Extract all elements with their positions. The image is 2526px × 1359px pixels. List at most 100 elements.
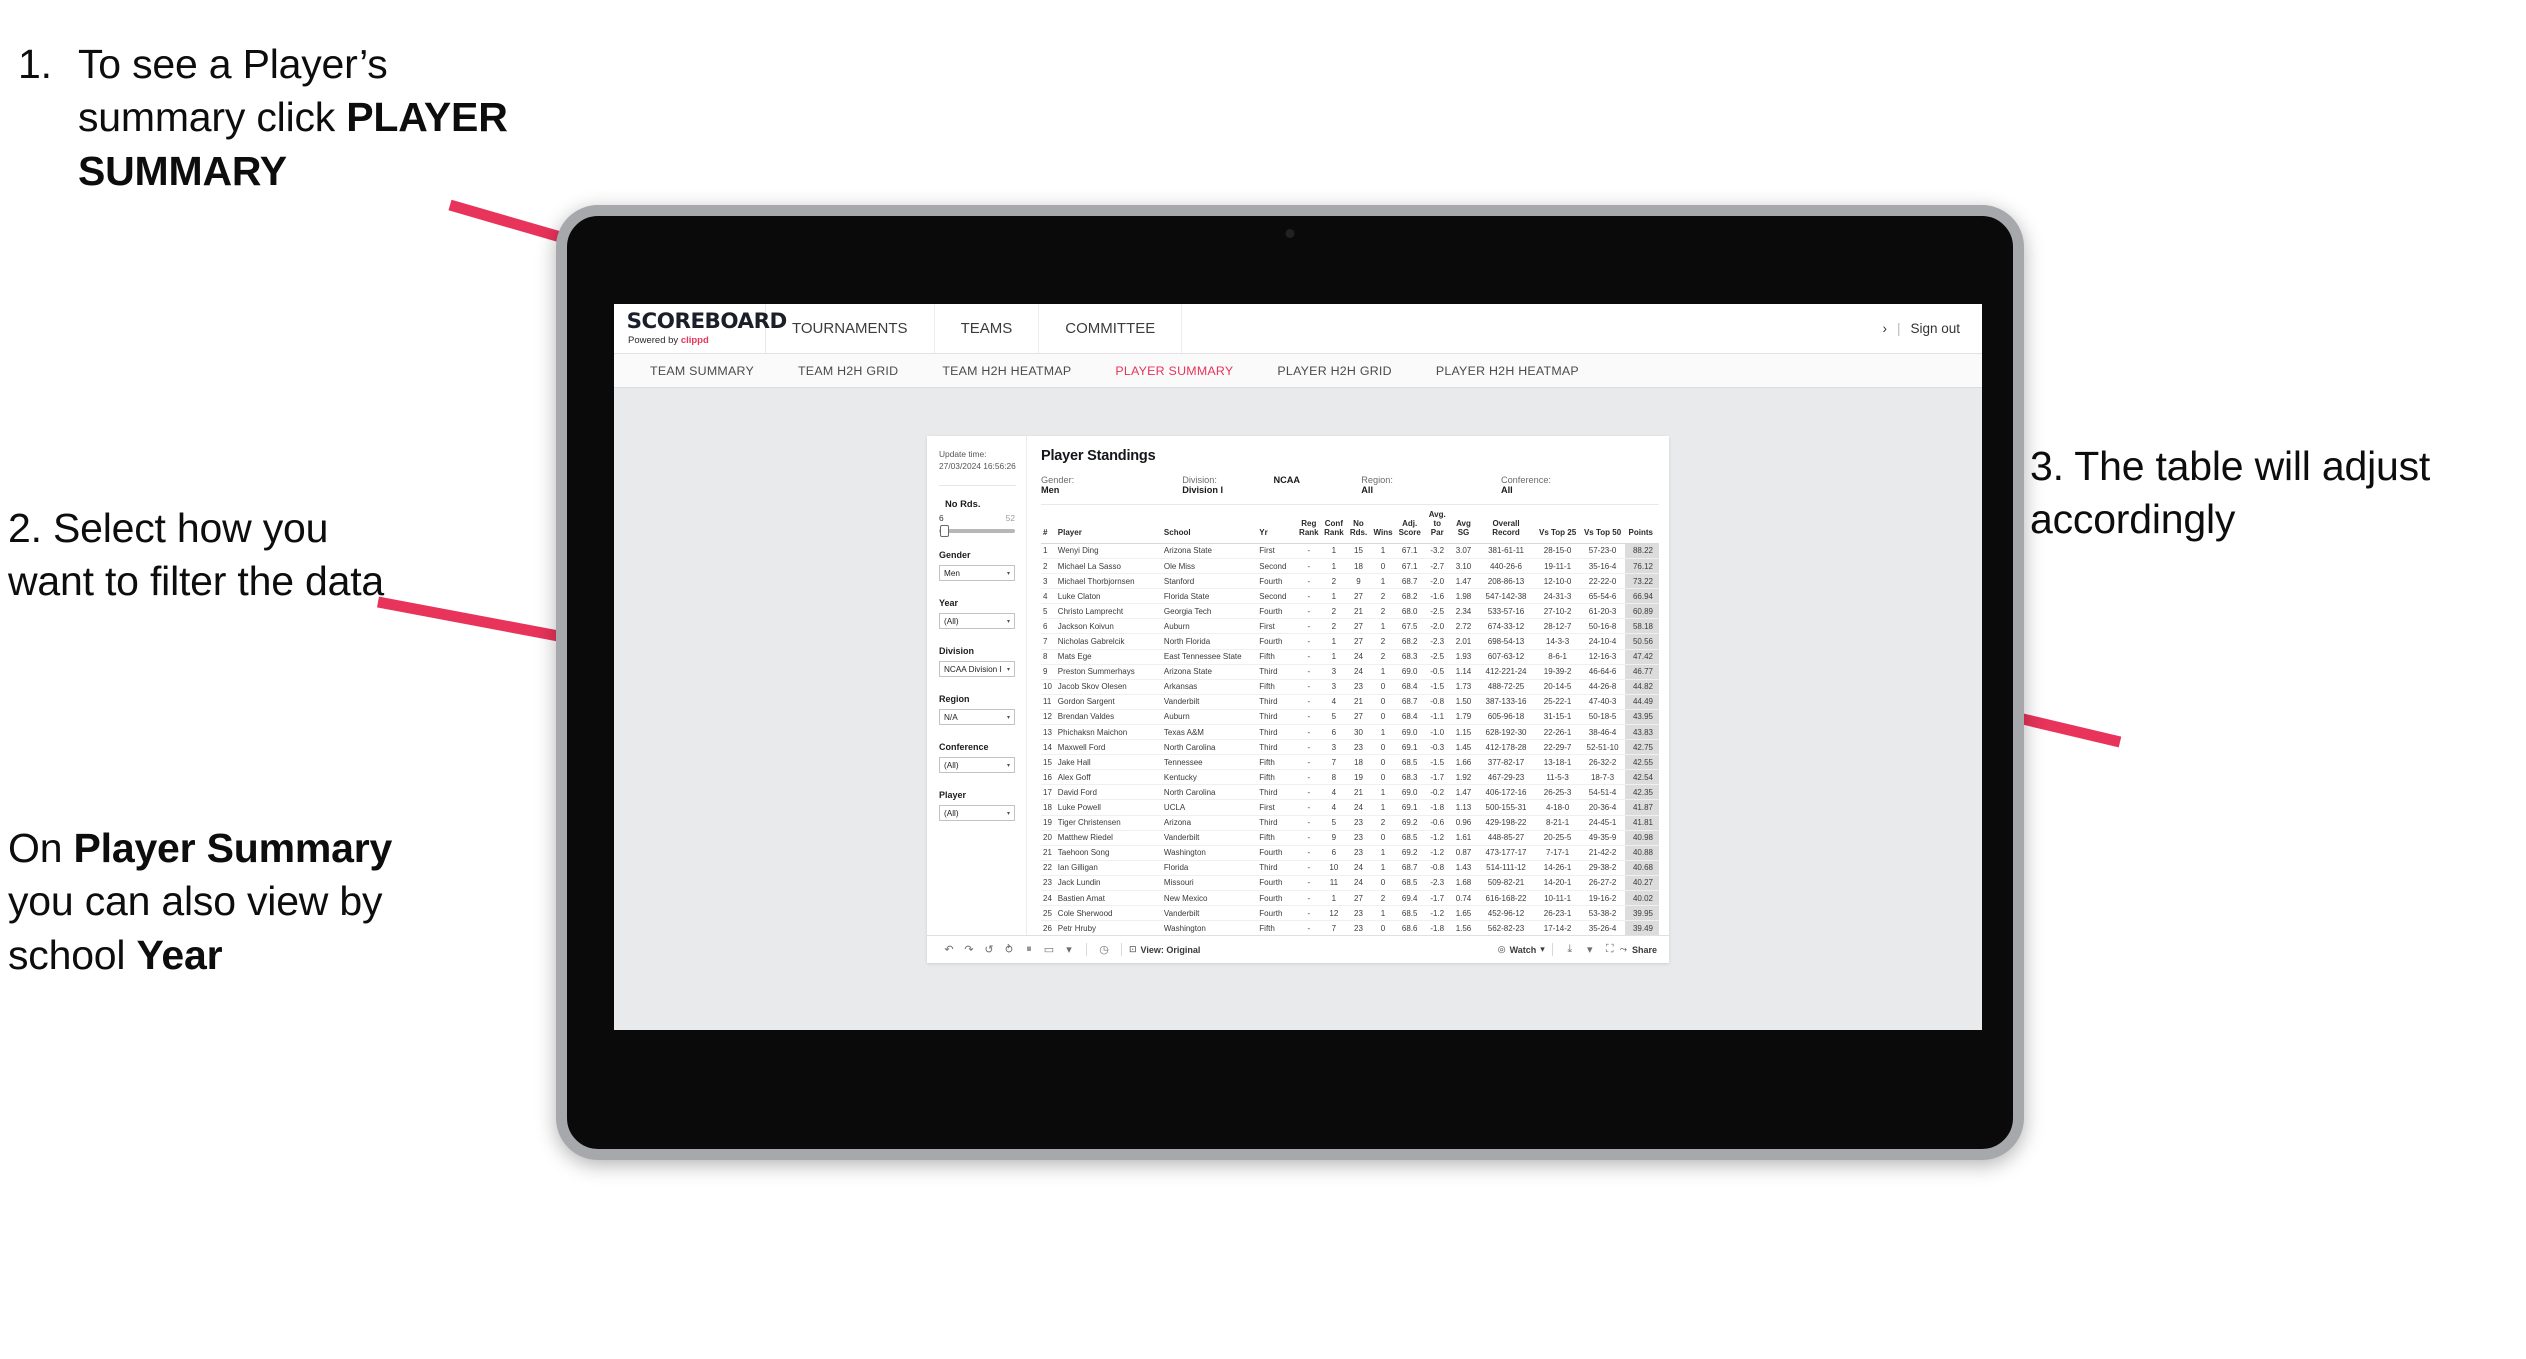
table-row[interactable]: 14 Maxwell Ford North Carolina Third -3 23 0 69… xyxy=(1041,739,1659,755)
th-rank[interactable]: # xyxy=(1041,509,1056,543)
clock-icon[interactable]: ◷ xyxy=(1094,940,1114,960)
table-row[interactable]: 13 Phichaksn Maichon Texas A&M Third -6 30 1 69… xyxy=(1041,723,1659,740)
cell-year: Third xyxy=(1257,693,1297,710)
brand-name: SCOREBOARD xyxy=(626,309,788,333)
filter-panel: Update time: 27/03/2024 16:56:26 No Rds.… xyxy=(927,436,1027,936)
th-points[interactable]: Points xyxy=(1625,509,1659,543)
nav-item-tournaments[interactable]: TOURNAMENTS xyxy=(766,304,935,353)
table-row[interactable]: 20 Matthew Riedel Vanderbilt Fifth -9 23 0 68.5… xyxy=(1041,829,1659,846)
th-no-rounds-line2: Rds. xyxy=(1349,527,1368,537)
filter-player-select[interactable]: (All) ▾ xyxy=(939,805,1015,822)
table-row[interactable]: 9 Preston Summerhays Arizona State Third -3 2… xyxy=(1041,663,1659,680)
table-row[interactable]: 7 Nicholas Gabrelcik North Florida Fourth -1… xyxy=(1041,633,1659,650)
th-vs-top-50[interactable]: Vs Top 50 xyxy=(1580,509,1626,543)
table-row[interactable]: 15 Jake Hall Tennessee Fifth -7 18 0 68.5 -1.5 1.… xyxy=(1041,754,1659,770)
download-icon[interactable]: ⤓ xyxy=(1560,940,1580,960)
revert-icon[interactable]: ↺ xyxy=(979,940,999,960)
filter-division-select[interactable]: NCAA Division I ▾ xyxy=(939,661,1015,678)
cell-avg-to-par: -2.3 xyxy=(1423,874,1451,891)
filter-gender-select[interactable]: Men ▾ xyxy=(939,565,1015,582)
cell-school: Auburn xyxy=(1161,708,1258,725)
cell-adj-score: 67.1 xyxy=(1395,557,1424,574)
tab-team-summary[interactable]: TEAM SUMMARY xyxy=(628,364,776,378)
th-avg-to-par[interactable]: Avg. to Par xyxy=(1424,509,1451,543)
rectangle-caret-icon[interactable]: ▾ xyxy=(1059,940,1079,960)
table-row[interactable]: 24 Bastien Amat New Mexico Fourth -1 27 2 69.4-… xyxy=(1041,890,1659,906)
th-adj-score[interactable]: Adj. Score xyxy=(1395,509,1424,543)
th-avg-sg[interactable]: Avg SG xyxy=(1451,509,1477,543)
tab-player-h2h-heatmap[interactable]: PLAYER H2H HEATMAP xyxy=(1414,364,1601,378)
cell-year: Third xyxy=(1257,859,1297,876)
table-row[interactable]: 8 Mats Ege East Tennessee State Fifth -1 24 2 6… xyxy=(1041,648,1659,665)
no-rounds-slider-thumb[interactable] xyxy=(940,525,949,538)
nav-item-committee[interactable]: COMMITTEE xyxy=(1039,304,1183,353)
table-row[interactable]: 11 Gordon Sargent Vanderbilt Third -4 21 0 68.7… xyxy=(1041,693,1659,710)
nav-item-teams[interactable]: TEAMS xyxy=(935,304,1040,353)
cell-school: East Tennessee State xyxy=(1161,648,1258,665)
player-standings-table: # Player School Yr Reg Rank Conf Rank No… xyxy=(1041,509,1659,936)
th-vs-top-25[interactable]: Vs Top 25 xyxy=(1536,509,1580,543)
table-row[interactable]: 22 Ian Gilligan Florida Third -10 24 1 68.7 -0.8… xyxy=(1041,859,1659,876)
cell-wins: 2 xyxy=(1370,890,1396,906)
th-player[interactable]: Player xyxy=(1056,509,1162,543)
cell-year: Third xyxy=(1257,814,1297,831)
account-chevron-icon[interactable]: › xyxy=(1882,321,1887,336)
table-row[interactable]: 12 Brendan Valdes Auburn Third -5 27 0 68.4 -1.1… xyxy=(1041,708,1659,725)
tab-player-h2h-grid[interactable]: PLAYER H2H GRID xyxy=(1255,364,1413,378)
table-row[interactable]: 23 Jack Lundin Missouri Fourth -11 24 0 68.5 -2.… xyxy=(1041,874,1659,891)
undo-icon[interactable]: ↶ xyxy=(939,940,959,960)
cell-rank: 4 xyxy=(1041,588,1056,604)
cell-wins: 0 xyxy=(1370,769,1396,785)
table-row[interactable]: 2 Michael La Sasso Ole Miss Second -1 18 0 67.1… xyxy=(1041,557,1659,574)
cell-reg-rank: - xyxy=(1296,769,1322,785)
table-row[interactable]: 18 Luke Powell UCLA First -4 24 1 69.1 -1.8 1.13 5… xyxy=(1041,799,1659,816)
cell-player: Taehoon Song xyxy=(1055,844,1162,861)
brand-tagline-link[interactable]: clippd xyxy=(681,335,709,346)
filter-conference-select[interactable]: (All) ▾ xyxy=(939,757,1015,774)
table-row[interactable]: 19 Tiger Christensen Arizona Third -5 23 2 69.2… xyxy=(1041,814,1659,831)
refresh-icon[interactable]: ⥁ xyxy=(999,940,1019,960)
cell-reg-rank: - xyxy=(1296,603,1322,619)
filter-region-select[interactable]: N/A ▾ xyxy=(939,709,1015,726)
download-caret-icon[interactable]: ▾ xyxy=(1580,940,1600,960)
no-rounds-slider[interactable] xyxy=(939,525,1015,538)
th-conf-rank[interactable]: Conf Rank xyxy=(1321,509,1346,543)
share-button[interactable]: ⤳ Share xyxy=(1620,944,1657,955)
table-row[interactable]: 10 Jacob Skov Olesen Arkansas Fifth -3 23 0 68.… xyxy=(1041,678,1659,695)
table-row[interactable]: 17 David Ford North Carolina Third -4 21 1 69.0… xyxy=(1041,784,1659,800)
th-wins[interactable]: Wins xyxy=(1371,509,1396,543)
tab-player-summary[interactable]: PLAYER SUMMARY xyxy=(1093,364,1255,378)
cell-player: Matthew Riedel xyxy=(1055,829,1162,846)
fullscreen-icon[interactable]: ⛶ xyxy=(1600,940,1620,960)
filter-year-select[interactable]: (All) ▾ xyxy=(939,613,1015,630)
cell-overall-record: 473-177-17 xyxy=(1476,844,1536,861)
tab-team-h2h-heatmap[interactable]: TEAM H2H HEATMAP xyxy=(920,364,1093,378)
cell-wins: 0 xyxy=(1370,708,1396,725)
table-row[interactable]: 4 Luke Claton Florida State Second -1 27 2 68.2… xyxy=(1041,588,1659,604)
filter-gender-value: Men xyxy=(944,568,960,578)
pause-icon[interactable]: ⏸ xyxy=(1019,940,1039,960)
redo-icon[interactable]: ↷ xyxy=(959,940,979,960)
cell-avg-sg: 2.72 xyxy=(1450,618,1477,634)
table-row[interactable]: 16 Alex Goff Kentucky Fifth -8 19 0 68.3 -1.7 1.9… xyxy=(1041,769,1659,785)
table-row[interactable]: 25 Cole Sherwood Vanderbilt Fourth -12 23 1 68.… xyxy=(1041,905,1659,921)
th-overall-record[interactable]: Overall Record xyxy=(1476,509,1535,543)
th-school[interactable]: School xyxy=(1162,509,1257,543)
table-row[interactable]: 6 Jackson Koivun Auburn First -2 27 1 67.5 -2.0 2… xyxy=(1041,618,1659,634)
cell-avg-sg: 1.13 xyxy=(1450,799,1477,816)
table-row[interactable]: 26 Petr Hruby Washington Fifth -7 23 0 68.6 -1.8… xyxy=(1041,920,1659,936)
rectangle-select-icon[interactable]: ▭ xyxy=(1039,940,1059,960)
th-no-rounds[interactable]: No Rds. xyxy=(1346,509,1370,543)
cell-rank: 17 xyxy=(1041,784,1056,800)
sign-out-link[interactable]: Sign out xyxy=(1910,321,1960,336)
table-row[interactable]: 3 Michael Thorbjornsen Stanford Fourth -2 9 1 6… xyxy=(1041,573,1659,589)
cell-vs-top-50: 65-54-6 xyxy=(1579,588,1626,604)
th-reg-rank[interactable]: Reg Rank xyxy=(1296,509,1321,543)
table-row[interactable]: 1 Wenyi Ding Arizona State First -1 15 1 67.1 -3… xyxy=(1041,542,1659,559)
tab-team-h2h-grid[interactable]: TEAM H2H GRID xyxy=(776,364,920,378)
watch-button[interactable]: ◎ Watch ▾ xyxy=(1498,944,1545,955)
table-row[interactable]: 21 Taehoon Song Washington Fourth -6 23 1 69.2-… xyxy=(1041,844,1659,861)
view-selector[interactable]: ⊡ View: Original xyxy=(1129,944,1200,955)
table-row[interactable]: 5 Christo Lamprecht Georgia Tech Fourth -2 21… xyxy=(1041,603,1659,619)
th-year[interactable]: Yr xyxy=(1257,509,1296,543)
